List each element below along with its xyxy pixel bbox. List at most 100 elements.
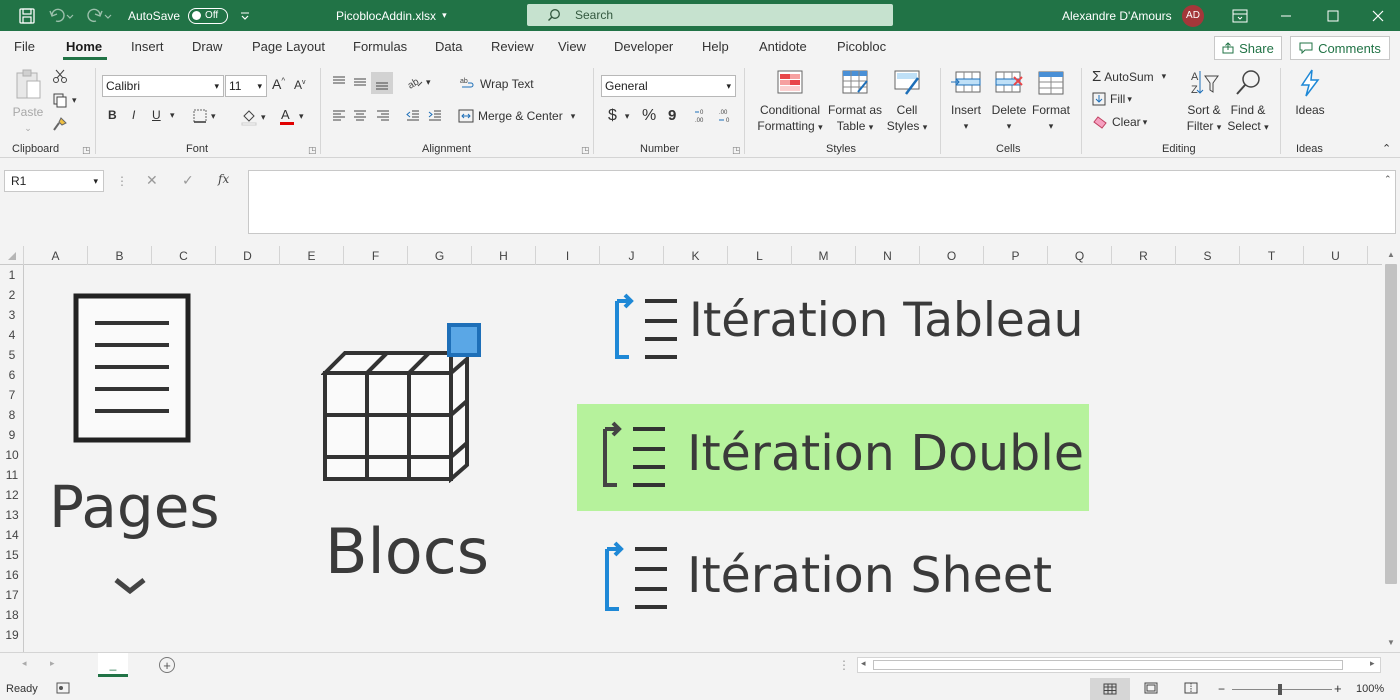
- align-top-button[interactable]: [331, 74, 347, 90]
- column-header[interactable]: G: [408, 246, 472, 265]
- column-header[interactable]: B: [88, 246, 152, 265]
- increase-decimal-button[interactable]: 0.00: [694, 108, 712, 124]
- zoom-level[interactable]: 100%: [1356, 683, 1384, 695]
- increase-font-size-button[interactable]: A^: [272, 76, 285, 92]
- find-select-button[interactable]: Find & Select ▾: [1226, 68, 1270, 135]
- tab-view[interactable]: View: [558, 39, 586, 54]
- scroll-left-icon[interactable]: ◂: [861, 658, 866, 669]
- horizontal-scroll-thumb[interactable]: [873, 660, 1343, 670]
- column-header[interactable]: T: [1240, 246, 1304, 265]
- row-header[interactable]: 4: [0, 325, 24, 345]
- scroll-right-icon[interactable]: ▸: [1370, 658, 1375, 669]
- undo-icon[interactable]: [48, 0, 74, 31]
- search-box[interactable]: Search: [527, 4, 893, 26]
- close-icon[interactable]: [1372, 0, 1384, 31]
- tab-insert[interactable]: Insert: [131, 39, 164, 54]
- prev-sheet-icon[interactable]: ◂: [22, 658, 27, 669]
- dialog-launcher-icon[interactable]: ◳: [308, 145, 317, 156]
- tab-formulas[interactable]: Formulas: [353, 39, 407, 54]
- more-options-icon[interactable]: ⋮: [116, 174, 128, 188]
- row-header[interactable]: 3: [0, 305, 24, 325]
- tab-data[interactable]: Data: [435, 39, 462, 54]
- row-header[interactable]: 19: [0, 625, 24, 645]
- column-header[interactable]: R: [1112, 246, 1176, 265]
- maximize-icon[interactable]: [1327, 0, 1339, 31]
- orientation-button[interactable]: ab ▾: [406, 74, 431, 90]
- cut-button[interactable]: [52, 68, 68, 84]
- format-cells-button[interactable]: Format ▾: [1030, 68, 1072, 134]
- sheet-tab[interactable]: _: [98, 653, 128, 677]
- ideas-button[interactable]: Ideas: [1290, 68, 1330, 118]
- row-header[interactable]: 12: [0, 485, 24, 505]
- vertical-scrollbar[interactable]: ▲ ▼: [1382, 246, 1400, 652]
- wrap-text-button[interactable]: ab Wrap Text: [460, 76, 534, 92]
- row-header[interactable]: 14: [0, 525, 24, 545]
- tab-help[interactable]: Help: [702, 39, 729, 54]
- column-header[interactable]: H: [472, 246, 536, 265]
- redo-icon[interactable]: [86, 0, 112, 31]
- tab-file[interactable]: File: [14, 39, 35, 54]
- tab-review[interactable]: Review: [491, 39, 534, 54]
- percent-style-button[interactable]: %: [642, 107, 656, 125]
- sort-filter-button[interactable]: AZ Sort & Filter ▾: [1182, 68, 1226, 135]
- fill-button[interactable]: Fill ▾: [1092, 92, 1132, 106]
- pages-label[interactable]: Pages: [49, 473, 220, 541]
- iteration-double-item[interactable]: Itération Double: [577, 404, 1089, 511]
- underline-button[interactable]: U: [152, 108, 161, 122]
- tab-home[interactable]: Home: [66, 39, 102, 54]
- zoom-in-icon[interactable]: +: [1334, 681, 1342, 696]
- comma-style-button[interactable]: 9: [668, 107, 676, 124]
- column-header[interactable]: L: [728, 246, 792, 265]
- align-left-button[interactable]: [331, 108, 347, 124]
- column-header[interactable]: N: [856, 246, 920, 265]
- column-header[interactable]: J: [600, 246, 664, 265]
- column-header[interactable]: I: [536, 246, 600, 265]
- column-header[interactable]: D: [216, 246, 280, 265]
- dialog-launcher-icon[interactable]: ◳: [581, 145, 590, 156]
- name-box[interactable]: R1 ▾: [4, 170, 104, 192]
- formula-input[interactable]: [248, 170, 1396, 234]
- tab-page-layout[interactable]: Page Layout: [252, 39, 325, 54]
- row-header[interactable]: 7: [0, 385, 24, 405]
- font-size-select[interactable]: 11 ▾: [225, 75, 267, 97]
- page-break-view-button[interactable]: [1184, 682, 1198, 697]
- dialog-launcher-icon[interactable]: ◳: [82, 145, 91, 156]
- autosum-button[interactable]: Σ AutoSum ▾: [1092, 68, 1166, 85]
- page-layout-view-button[interactable]: [1144, 682, 1158, 697]
- decrease-indent-button[interactable]: [405, 108, 421, 124]
- chevron-down-icon[interactable]: [113, 577, 147, 600]
- vertical-scroll-thumb[interactable]: [1385, 264, 1397, 584]
- borders-button[interactable]: ▾: [192, 108, 216, 124]
- conditional-formatting-button[interactable]: Conditional Formatting ▾: [754, 68, 826, 135]
- tab-splitter-icon[interactable]: ⋮: [838, 658, 850, 672]
- row-header[interactable]: 15: [0, 545, 24, 565]
- insert-cells-button[interactable]: Insert ▾: [946, 68, 986, 134]
- row-header[interactable]: 9: [0, 425, 24, 445]
- pages-document-icon[interactable]: [73, 293, 191, 448]
- collapse-ribbon-icon[interactable]: ⌃: [1382, 142, 1391, 155]
- align-middle-button[interactable]: [352, 74, 368, 90]
- macro-recording-icon[interactable]: [56, 682, 70, 697]
- align-right-button[interactable]: [375, 108, 391, 124]
- tab-antidote[interactable]: Antidote: [759, 39, 807, 54]
- column-header[interactable]: U: [1304, 246, 1368, 265]
- row-header[interactable]: 2: [0, 285, 24, 305]
- row-header[interactable]: 10: [0, 445, 24, 465]
- row-header[interactable]: 13: [0, 505, 24, 525]
- row-header[interactable]: 11: [0, 465, 24, 485]
- clear-button[interactable]: Clear ▾: [1092, 115, 1147, 129]
- column-header[interactable]: E: [280, 246, 344, 265]
- zoom-slider-track[interactable]: [1232, 689, 1332, 690]
- row-header[interactable]: 8: [0, 405, 24, 425]
- decrease-decimal-button[interactable]: .00 0: [718, 108, 736, 124]
- scroll-down-icon[interactable]: ▼: [1387, 638, 1395, 647]
- format-as-table-button[interactable]: Format as Table ▾: [826, 68, 884, 135]
- comments-button[interactable]: Comments: [1290, 36, 1390, 60]
- autosave-control[interactable]: AutoSave Off: [128, 0, 229, 31]
- column-header[interactable]: P: [984, 246, 1048, 265]
- align-center-button[interactable]: [352, 108, 368, 124]
- column-header[interactable]: F: [344, 246, 408, 265]
- column-header[interactable]: C: [152, 246, 216, 265]
- cell-styles-button[interactable]: Cell Styles ▾: [884, 68, 930, 135]
- row-header[interactable]: 6: [0, 365, 24, 385]
